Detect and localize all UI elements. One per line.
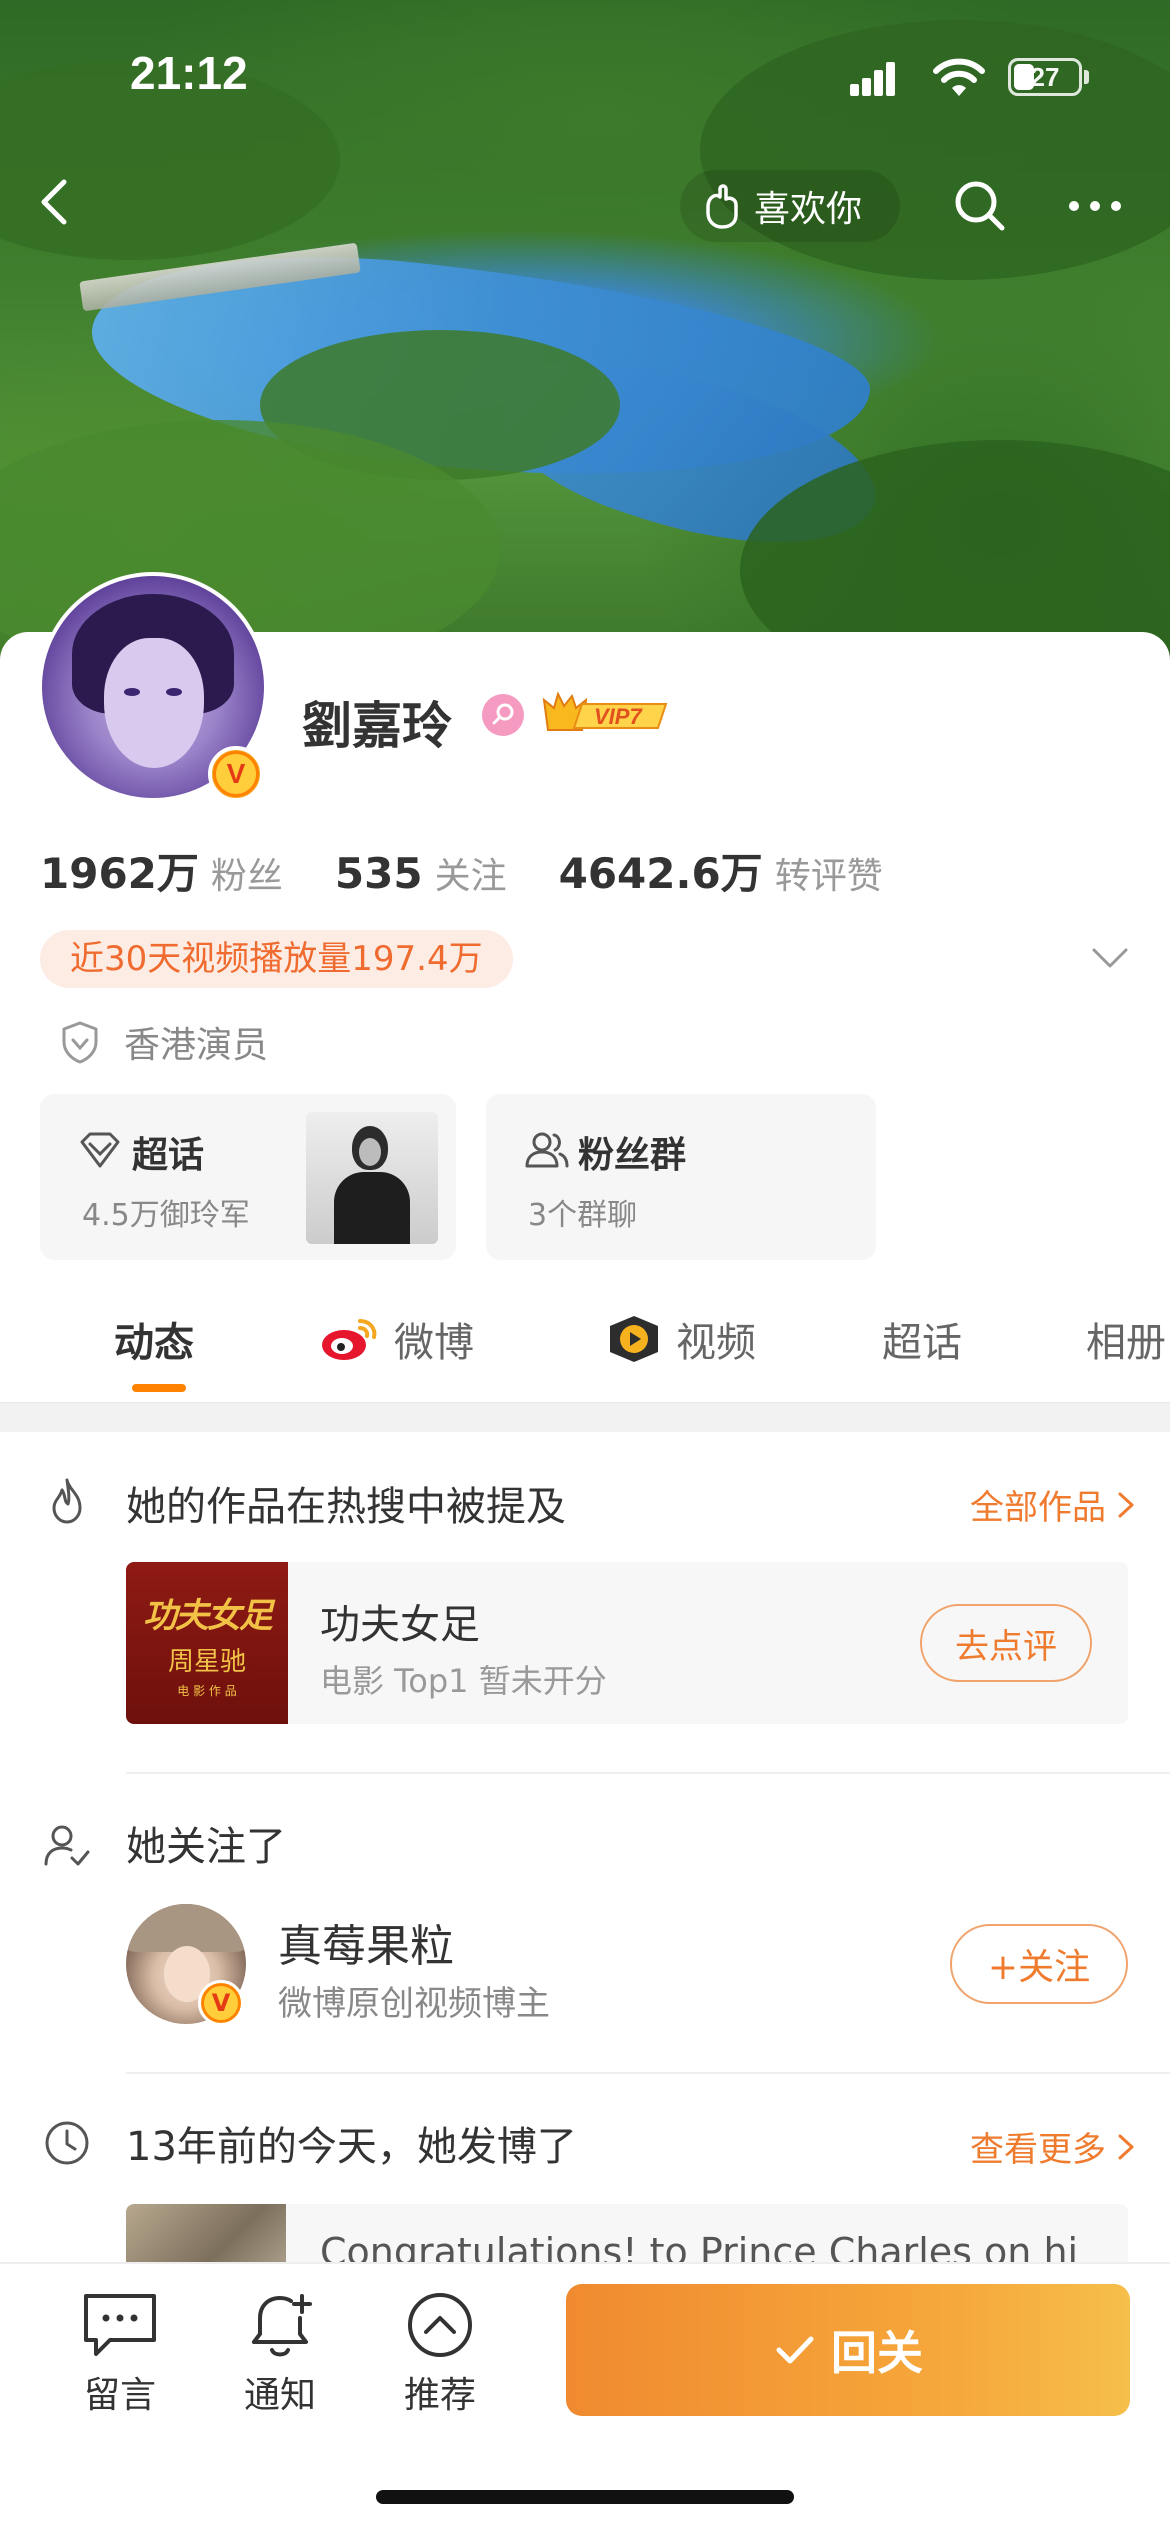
verified-badge-icon: V bbox=[198, 1980, 244, 2026]
search-icon[interactable] bbox=[950, 176, 1010, 236]
follow-button[interactable]: +关注 bbox=[950, 1924, 1128, 2004]
flame-icon bbox=[52, 1478, 82, 1524]
shield-check-icon bbox=[62, 1021, 98, 1064]
rate-work-button[interactable]: 去点评 bbox=[920, 1604, 1092, 1682]
video-play-icon bbox=[610, 1316, 658, 1362]
weibo-logo-icon bbox=[322, 1319, 377, 1360]
supertopic-photo bbox=[306, 1112, 438, 1244]
chevron-right-icon bbox=[1118, 1492, 1134, 1517]
verified-badge-icon: V bbox=[208, 746, 264, 802]
wifi-icon bbox=[933, 58, 985, 96]
supertopic-entry[interactable]: 超话 4.5万御玲军 bbox=[40, 1094, 456, 1260]
identity-tag-label: 香港演员 bbox=[124, 1025, 269, 1066]
bell-plus-icon bbox=[252, 2294, 312, 2357]
tab-album[interactable]: 相册 bbox=[1086, 1310, 1166, 1368]
video-plays-badge[interactable]: 近30天视频播放量197.4万 bbox=[40, 930, 513, 988]
notify-button[interactable]: 通知 bbox=[220, 2290, 340, 2418]
identity-tag: 香港演员 bbox=[60, 1016, 268, 1068]
active-tab-indicator bbox=[132, 1384, 186, 1392]
work-poster: 功夫女足 周星驰 电 影 作 品 bbox=[126, 1562, 288, 1724]
fan-group-entry[interactable]: 粉丝群 3个群聊 bbox=[486, 1094, 876, 1260]
profile-tabs: 动态 微博 视频 超话 相册 bbox=[0, 1290, 1170, 1400]
back-arrow-icon[interactable] bbox=[28, 172, 88, 232]
all-works-link[interactable]: 全部作品 bbox=[970, 1480, 1140, 1529]
user-check-icon bbox=[44, 1825, 90, 1866]
divider bbox=[126, 1772, 1170, 1774]
work-title: 功夫女足 bbox=[320, 1602, 480, 1648]
checkmark-icon bbox=[776, 2336, 814, 2364]
tab-video[interactable]: 视频 bbox=[604, 1310, 756, 1368]
home-indicator bbox=[376, 2490, 794, 2504]
status-time: 21:12 bbox=[130, 47, 248, 99]
vip-level-text: VIP7 bbox=[594, 704, 643, 729]
chevron-up-circle-icon bbox=[408, 2293, 472, 2357]
works-section-title: 她的作品在热搜中被提及 bbox=[126, 1484, 566, 1530]
follow-back-button[interactable]: 回关 bbox=[566, 2284, 1130, 2416]
status-bar: 21:12 27 bbox=[0, 0, 1170, 150]
more-dots-icon[interactable] bbox=[1060, 176, 1130, 236]
fan-group-title: 粉丝群 bbox=[578, 1135, 687, 1176]
cellular-signal-icon bbox=[850, 62, 896, 96]
work-card[interactable]: 功夫女足 周星驰 电 影 作 品 功夫女足 电影 Top1 暂未开分 去点评 bbox=[126, 1562, 1128, 1724]
followers-count[interactable]: 1962万 bbox=[40, 840, 199, 901]
followers-label[interactable]: 粉丝 bbox=[211, 847, 283, 899]
hand-heart-icon bbox=[706, 184, 738, 229]
profile-stats: 1962万 粉丝 535 关注 4642.6万 转评赞 bbox=[40, 840, 935, 901]
chevron-down-icon[interactable] bbox=[1088, 940, 1132, 976]
female-gender-icon bbox=[482, 694, 524, 736]
group-users-icon bbox=[525, 1132, 569, 1168]
interactions-label: 转评赞 bbox=[774, 856, 883, 897]
user-name: 劉嘉玲 bbox=[302, 697, 452, 755]
supertopic-subtitle: 4.5万御玲军 bbox=[82, 1198, 250, 1233]
supertopic-title: 超话 bbox=[132, 1135, 205, 1176]
fan-group-subtitle: 3个群聊 bbox=[528, 1198, 638, 1233]
followed-user-description: 微博原创视频博主 bbox=[278, 1984, 550, 2024]
clock-icon bbox=[45, 2121, 89, 2165]
work-meta: 电影 Top1 暂未开分 bbox=[320, 1662, 607, 1700]
tab-supertopic[interactable]: 超话 bbox=[882, 1310, 962, 1368]
like-you-button[interactable]: 喜欢你 bbox=[680, 170, 900, 242]
interactions-count: 4642.6万 bbox=[558, 849, 763, 898]
tab-weibo[interactable]: 微博 bbox=[320, 1310, 474, 1368]
chevron-right-icon bbox=[1118, 2134, 1134, 2159]
battery-icon: 27 bbox=[1008, 58, 1082, 96]
battery-level: 27 bbox=[1030, 62, 1060, 92]
followed-user-name[interactable]: 真莓果粒 bbox=[278, 1910, 454, 1974]
vip-crown-badge[interactable]: VIP7 bbox=[542, 690, 670, 736]
recommend-button[interactable]: 推荐 bbox=[380, 2290, 500, 2418]
following-section-title: 她关注了 bbox=[126, 1824, 286, 1870]
following-count[interactable]: 535 bbox=[335, 849, 423, 898]
tab-feed[interactable]: 动态 bbox=[114, 1310, 194, 1368]
message-button[interactable]: 留言 bbox=[60, 2290, 180, 2418]
following-label[interactable]: 关注 bbox=[435, 847, 507, 899]
message-icon bbox=[84, 2294, 156, 2356]
section-divider bbox=[0, 1402, 1170, 1432]
see-more-link[interactable]: 查看更多 bbox=[970, 2122, 1140, 2171]
divider bbox=[126, 2072, 1170, 2074]
like-you-label: 喜欢你 bbox=[754, 189, 863, 230]
diamond-icon bbox=[80, 1132, 120, 1168]
memory-section-title: 13年前的今天，她发博了 bbox=[126, 2124, 577, 2170]
